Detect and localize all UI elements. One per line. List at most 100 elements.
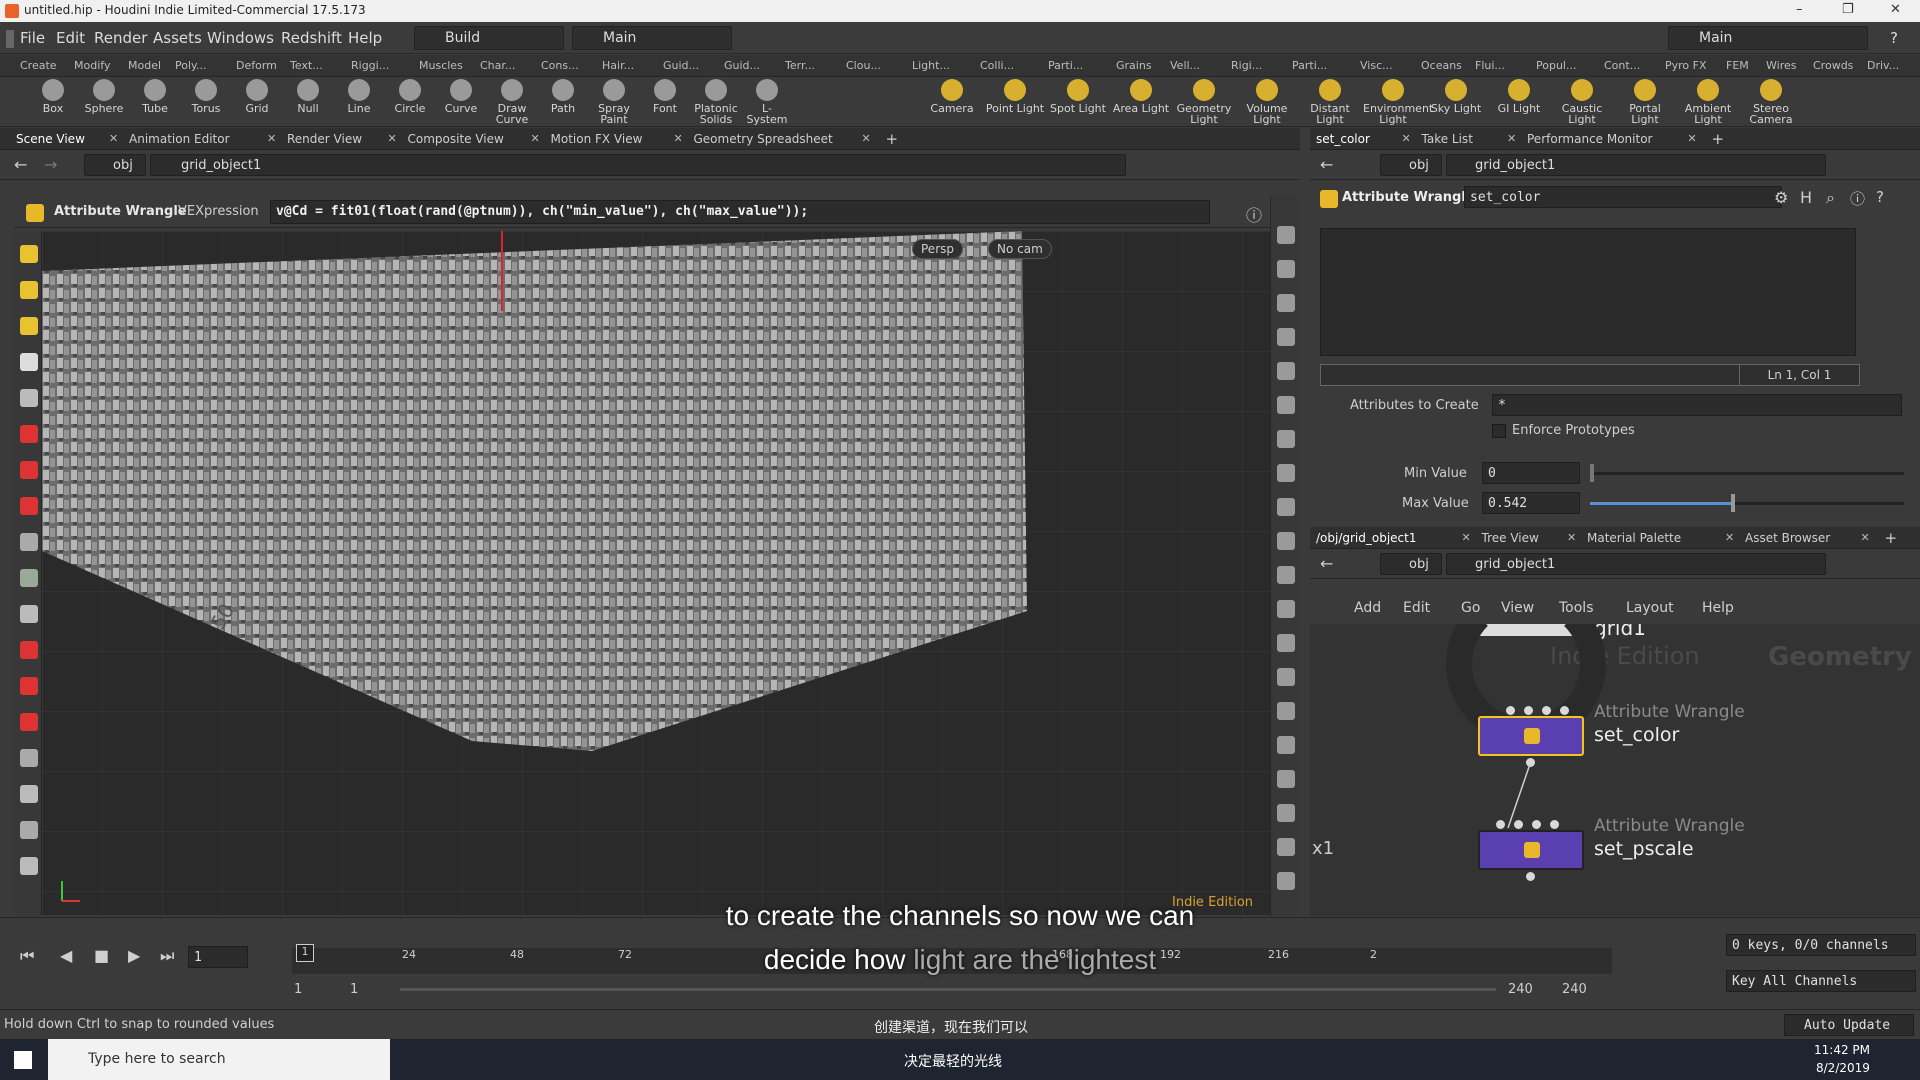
display-option-icon[interactable] [1277, 668, 1295, 686]
range-start[interactable]: 1 [294, 982, 302, 997]
pane-tab[interactable]: Motion FX View [551, 132, 643, 146]
net-path-context[interactable]: obj [1380, 553, 1442, 575]
taskbar-search[interactable]: Type here to search [48, 1039, 390, 1080]
set-pscale-input-1[interactable] [1514, 820, 1523, 829]
info-icon[interactable]: ⓘ [1850, 188, 1865, 209]
shelf-tab[interactable]: Model [128, 59, 161, 72]
shelf-tool[interactable]: Tube [130, 79, 180, 114]
set-color-input-2[interactable] [1542, 706, 1551, 715]
set-color-input-3[interactable] [1560, 706, 1569, 715]
shelf-tab[interactable]: Muscles [419, 59, 463, 72]
help-icon[interactable]: ? [1890, 29, 1898, 47]
search-icon[interactable]: ⌕ [1826, 188, 1835, 208]
menu-assets[interactable]: Assets [153, 29, 202, 47]
shelf-tab[interactable]: Driv... [1867, 59, 1899, 72]
shelf-tab[interactable]: Rigi... [1231, 59, 1262, 72]
display-option-icon[interactable] [1277, 838, 1295, 856]
set-pscale-input-2[interactable] [1532, 820, 1541, 829]
shelf-tab[interactable]: Text... [290, 59, 323, 72]
min-slider-track[interactable] [1590, 472, 1904, 475]
viewport-tool-icon[interactable] [20, 857, 38, 875]
max-value-field[interactable]: 0.542 [1482, 492, 1580, 514]
display-option-icon[interactable] [1277, 566, 1295, 584]
shelf-tool[interactable]: Geometry Light [1174, 79, 1234, 125]
viewport-tool-icon[interactable] [20, 713, 38, 731]
shelf-tool[interactable]: Torus [181, 79, 231, 114]
add-tab-icon[interactable]: + [1885, 529, 1898, 547]
viewport-tool-icon[interactable] [20, 461, 38, 479]
close-button[interactable]: ✕ [1890, 2, 1901, 17]
display-option-icon[interactable] [1277, 600, 1295, 618]
range-start-2[interactable]: 1 [350, 982, 358, 997]
display-option-icon[interactable] [1277, 260, 1295, 278]
shelf-tab[interactable]: Deform [236, 59, 277, 72]
shelf-tool[interactable]: Null [283, 79, 333, 114]
display-option-icon[interactable] [1277, 770, 1295, 788]
max-slider-handle[interactable] [1731, 494, 1736, 512]
shelf-tab[interactable]: Guid... [724, 59, 760, 72]
attrs-field[interactable]: * [1492, 394, 1902, 416]
vex-code-field[interactable]: v@Cd = fit01(float(rand(@ptnum)), ch("mi… [270, 200, 1210, 224]
pane-tab[interactable]: /obj/grid_object1 [1316, 531, 1417, 545]
viewport-tool-icon[interactable] [20, 425, 38, 443]
min-value-field[interactable]: 0 [1482, 462, 1580, 484]
net-menu-item[interactable]: View [1501, 600, 1534, 616]
shelf-tab[interactable]: Guid... [663, 59, 699, 72]
pane-tab[interactable]: set_color [1316, 132, 1370, 146]
display-option-icon[interactable] [1277, 532, 1295, 550]
tab-close-icon[interactable]: ✕ [862, 132, 871, 145]
pane-tab[interactable]: Asset Browser [1745, 531, 1830, 545]
node-name-field[interactable]: set_color [1464, 186, 1782, 208]
forward-arrow-icon[interactable]: → [44, 155, 57, 174]
viewport-tool-icon[interactable] [20, 677, 38, 695]
pane-tab[interactable]: Render View [287, 132, 362, 146]
shelf-tool[interactable]: Sky Light [1426, 79, 1486, 114]
shelf-tool[interactable]: Volume Light [1237, 79, 1297, 125]
shelf-tab[interactable]: Grains [1116, 59, 1152, 72]
3d-viewport[interactable]: 50 Persp No cam Indie Edition [42, 231, 1270, 915]
tab-close-icon[interactable]: ✕ [388, 132, 397, 145]
shelf-tool[interactable]: Line [334, 79, 384, 114]
shelf-tool[interactable]: Spot Light [1048, 79, 1108, 114]
shelf-tool[interactable]: Portal Light [1615, 79, 1675, 125]
net-menu-item[interactable]: Layout [1626, 600, 1674, 616]
desktop-selector-right[interactable]: Main [1668, 26, 1868, 50]
tab-close-icon[interactable]: ✕ [1402, 132, 1411, 145]
shelf-tool[interactable]: Box [28, 79, 78, 114]
net-menu-item[interactable]: Tools [1559, 600, 1594, 616]
shelf-tool[interactable]: Grid [232, 79, 282, 114]
set-color-input-0[interactable] [1506, 706, 1515, 715]
pane-tab[interactable]: Performance Monitor [1527, 132, 1652, 146]
viewport-tool-icon[interactable] [20, 785, 38, 803]
shelf-tool[interactable]: L-System [742, 79, 792, 125]
net-menu-item[interactable]: Help [1702, 600, 1734, 616]
shelf-tab[interactable]: Parti... [1048, 59, 1083, 72]
gear-icon[interactable]: ⚙ [1774, 188, 1788, 207]
shelf-tab[interactable]: Oceans [1421, 59, 1462, 72]
shelf-tab[interactable]: Popul... [1536, 59, 1576, 72]
shelf-tab[interactable]: Flui... [1475, 59, 1505, 72]
maximize-button[interactable]: ❐ [1842, 2, 1854, 17]
shelf-tool[interactable]: Spray Paint [589, 79, 639, 125]
shelf-tool[interactable]: Environment Light [1363, 79, 1433, 125]
tab-close-icon[interactable]: ✕ [1462, 531, 1471, 544]
net-menu-item[interactable]: Go [1461, 600, 1480, 616]
pane-tab[interactable]: Animation Editor [129, 132, 230, 146]
set-pscale-input-0[interactable] [1496, 820, 1505, 829]
param-help-icon[interactable]: ? [1876, 188, 1884, 206]
shelf-tab[interactable]: Hair... [602, 59, 634, 72]
set-color-input-1[interactable] [1524, 706, 1533, 715]
shelf-tab[interactable]: Poly... [175, 59, 206, 72]
display-option-icon[interactable] [1277, 702, 1295, 720]
net-menu-item[interactable]: Add [1354, 600, 1381, 616]
tab-close-icon[interactable]: ✕ [1725, 531, 1734, 544]
add-tab-icon[interactable]: + [1712, 130, 1725, 148]
shelf-tool[interactable]: Circle [385, 79, 435, 114]
vex-code-editor[interactable] [1320, 228, 1856, 356]
shelf-tool[interactable]: GI Light [1489, 79, 1549, 114]
viewport-tool-icon[interactable] [20, 245, 38, 263]
display-option-icon[interactable] [1277, 498, 1295, 516]
menu-edit[interactable]: Edit [56, 29, 85, 47]
tab-close-icon[interactable]: ✕ [267, 132, 276, 145]
windows-start-icon[interactable] [14, 1051, 32, 1069]
